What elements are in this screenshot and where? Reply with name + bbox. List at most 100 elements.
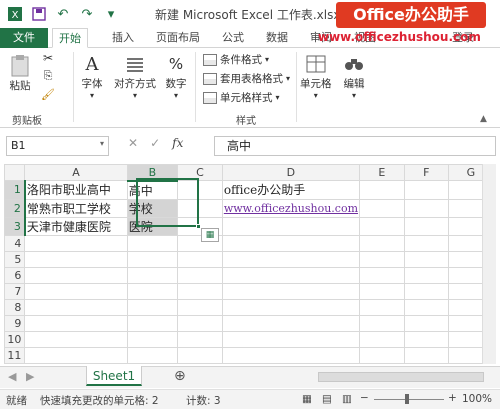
row-header[interactable]: 12: [4, 362, 26, 364]
zoom-in-icon[interactable]: +: [448, 392, 457, 404]
cell-d6[interactable]: [221, 266, 361, 284]
cells-button[interactable]: 单元格 ▾: [300, 52, 332, 100]
cell-e12[interactable]: [359, 362, 405, 364]
alignment-button[interactable]: 对齐方式 ▾: [114, 52, 156, 100]
zoom-slider[interactable]: [374, 399, 444, 400]
cell-d10[interactable]: [221, 330, 361, 348]
cell-d3[interactable]: [221, 216, 361, 236]
save-icon[interactable]: [28, 4, 50, 24]
cut-icon[interactable]: ✂: [40, 50, 56, 66]
cell-e7[interactable]: [359, 282, 405, 300]
cell-a7[interactable]: [24, 282, 128, 300]
cell-d4[interactable]: [221, 234, 361, 252]
cell-c7[interactable]: [177, 282, 223, 300]
redo-icon[interactable]: ↷: [76, 4, 98, 24]
cell-f11[interactable]: [403, 346, 449, 364]
cell-e11[interactable]: [359, 346, 405, 364]
cell-f10[interactable]: [403, 330, 449, 348]
cell-e1[interactable]: [359, 180, 405, 200]
cell-e4[interactable]: [359, 234, 405, 252]
row-header[interactable]: 2: [4, 198, 26, 218]
cell-e5[interactable]: [359, 250, 405, 268]
col-header-e[interactable]: E: [359, 164, 405, 181]
format-painter-icon[interactable]: 🖌: [40, 86, 56, 102]
col-header-d[interactable]: D: [221, 164, 361, 181]
cell-e6[interactable]: [359, 266, 405, 284]
cell-a3[interactable]: 天津市健康医院: [24, 216, 128, 236]
cell-a2[interactable]: 常熟市职工学校: [24, 198, 128, 218]
cell-a5[interactable]: [24, 250, 128, 268]
name-box[interactable]: B1: [6, 136, 109, 156]
cell-c11[interactable]: [177, 346, 223, 364]
cell-b8[interactable]: [126, 298, 179, 316]
tab-data[interactable]: 数据: [262, 28, 292, 48]
tab-insert[interactable]: 插入: [108, 28, 138, 48]
cell-b3[interactable]: 医院: [126, 216, 179, 236]
cell-f2[interactable]: [403, 198, 449, 218]
cell-b7[interactable]: [126, 282, 179, 300]
paste-button[interactable]: 粘贴: [8, 54, 32, 93]
cell-c8[interactable]: [177, 298, 223, 316]
row-header[interactable]: 8: [4, 298, 26, 316]
row-header[interactable]: 11: [4, 346, 26, 364]
row-header[interactable]: 10: [4, 330, 26, 348]
cell-b12[interactable]: [126, 362, 179, 364]
cell-a4[interactable]: [24, 234, 128, 252]
cell-d8[interactable]: [221, 298, 361, 316]
cell-c9[interactable]: [177, 314, 223, 332]
cell-f6[interactable]: [403, 266, 449, 284]
flash-fill-options-icon[interactable]: ▦: [201, 228, 219, 242]
vertical-scrollbar[interactable]: [482, 164, 496, 364]
cell-f7[interactable]: [403, 282, 449, 300]
cell-a6[interactable]: [24, 266, 128, 284]
horizontal-scrollbar[interactable]: [318, 372, 484, 382]
cell-b5[interactable]: [126, 250, 179, 268]
cell-e10[interactable]: [359, 330, 405, 348]
zoom-out-icon[interactable]: −: [360, 392, 369, 404]
cell-d1[interactable]: office办公助手: [221, 180, 361, 200]
cancel-icon[interactable]: ✕: [128, 136, 138, 150]
cell-a9[interactable]: [24, 314, 128, 332]
cell-a12[interactable]: [24, 362, 128, 364]
tab-file[interactable]: 文件: [0, 28, 48, 48]
cell-e9[interactable]: [359, 314, 405, 332]
cell-b9[interactable]: [126, 314, 179, 332]
cell-b6[interactable]: [126, 266, 179, 284]
row-header[interactable]: 6: [4, 266, 26, 284]
scroll-left-icon[interactable]: ◀: [8, 370, 16, 383]
insert-function-icon[interactable]: fx: [172, 136, 183, 150]
cell-f9[interactable]: [403, 314, 449, 332]
col-header-b[interactable]: B: [126, 164, 179, 182]
cell-b2[interactable]: 学校: [126, 198, 179, 218]
cell-c12[interactable]: [177, 362, 223, 364]
row-header[interactable]: 3: [4, 216, 26, 236]
tab-page-layout[interactable]: 页面布局: [152, 28, 204, 48]
cell-c6[interactable]: [177, 266, 223, 284]
table-format-button[interactable]: 套用表格格式 ▾: [203, 71, 290, 86]
row-header[interactable]: 1: [4, 180, 26, 200]
cell-b10[interactable]: [126, 330, 179, 348]
col-header-f[interactable]: F: [403, 164, 449, 181]
row-header[interactable]: 9: [4, 314, 26, 332]
cell-d12[interactable]: [221, 362, 361, 364]
customize-qat-icon[interactable]: ▾: [100, 4, 122, 24]
cell-f1[interactable]: [403, 180, 449, 200]
conditional-format-button[interactable]: 条件格式 ▾: [203, 52, 269, 67]
cell-a8[interactable]: [24, 298, 128, 316]
cell-b11[interactable]: [126, 346, 179, 364]
cell-d7[interactable]: [221, 282, 361, 300]
new-sheet-icon[interactable]: ⊕: [174, 368, 186, 384]
formula-input[interactable]: 高中: [214, 136, 496, 156]
editing-button[interactable]: 编辑 ▾: [342, 52, 366, 100]
cell-style-button[interactable]: 单元格样式 ▾: [203, 90, 280, 105]
cell-f5[interactable]: [403, 250, 449, 268]
tab-formulas[interactable]: 公式: [218, 28, 248, 48]
cell-d11[interactable]: [221, 346, 361, 364]
cell-b4[interactable]: [126, 234, 179, 252]
cell-f3[interactable]: [403, 216, 449, 236]
row-header[interactable]: 5: [4, 250, 26, 268]
cell-c1[interactable]: [177, 180, 223, 200]
cell-e8[interactable]: [359, 298, 405, 316]
namebox-dropdown-icon[interactable]: ▾: [100, 139, 104, 148]
page-break-view-icon[interactable]: ▥: [342, 393, 352, 405]
